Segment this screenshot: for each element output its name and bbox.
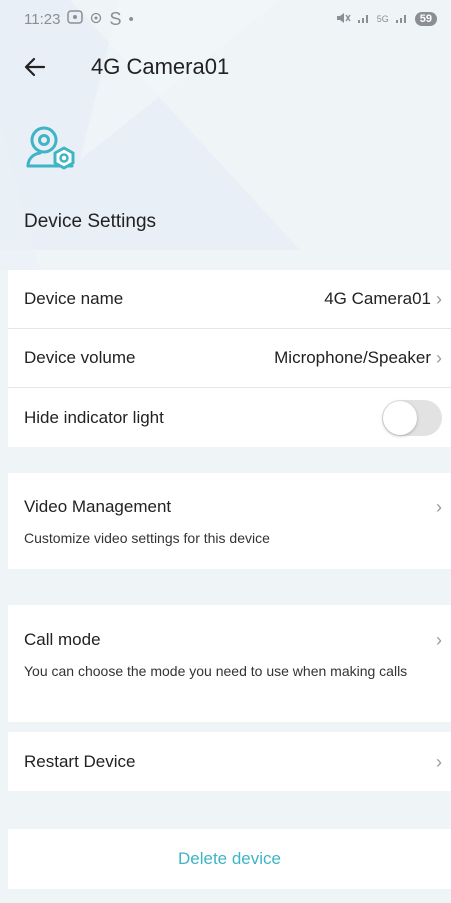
restart-card: Restart Device › <box>8 732 451 791</box>
status-bar: 11:23 S • 5G 59 <box>0 0 451 38</box>
device-volume-value-group: Microphone/Speaker › <box>274 348 442 368</box>
video-management-head: Video Management › <box>24 497 442 517</box>
battery-icon: 59 <box>414 12 437 26</box>
s-icon: S <box>109 8 122 29</box>
status-bar-left: 11:23 S • <box>24 9 134 30</box>
hide-indicator-row: Hide indicator light <box>8 388 451 447</box>
page-title: 4G Camera01 <box>91 54 230 79</box>
clock: 11:23 <box>24 10 61 28</box>
screenshot-icon <box>67 10 84 28</box>
chevron-right-icon: › <box>436 630 442 650</box>
status-bar-right: 5G 59 <box>335 11 437 28</box>
signal-icon-2 <box>395 12 409 27</box>
arrow-left-icon <box>24 57 46 77</box>
call-mode-label: Call mode <box>24 630 101 649</box>
chevron-right-icon: › <box>436 751 442 772</box>
restart-device-row[interactable]: Restart Device › <box>8 732 451 791</box>
mute-icon <box>335 11 351 28</box>
device-name-value: 4G Camera01 <box>324 289 431 308</box>
call-mode-item[interactable]: Call mode › You can choose the mode you … <box>8 605 451 722</box>
hide-indicator-toggle[interactable] <box>382 399 442 436</box>
device-name-row[interactable]: Device name 4G Camera01 › <box>8 270 451 329</box>
chevron-right-icon: › <box>436 348 442 368</box>
dot-icon: • <box>128 10 134 28</box>
section-title: Device Settings <box>24 211 157 232</box>
device-name-label: Device name <box>24 289 124 308</box>
chevron-right-icon: › <box>436 497 442 517</box>
nfc-icon <box>90 11 102 28</box>
device-volume-label: Device volume <box>24 348 136 367</box>
device-volume-row[interactable]: Device volume Microphone/Speaker › <box>8 329 451 388</box>
hide-indicator-label: Hide indicator light <box>24 407 164 427</box>
restart-device-label: Restart Device <box>24 751 136 771</box>
delete-device-button[interactable]: Delete device <box>178 849 281 869</box>
delete-card: Delete device <box>8 829 451 889</box>
network-5g-label: 5G <box>376 14 389 24</box>
video-management-item[interactable]: Video Management › Customize video setti… <box>8 473 451 569</box>
call-mode-head: Call mode › <box>24 630 442 650</box>
device-name-value-group: 4G Camera01 › <box>324 289 442 309</box>
camera-settings-icon <box>22 124 78 172</box>
toggle-knob <box>383 400 417 435</box>
chevron-right-icon: › <box>436 289 442 309</box>
video-management-label: Video Management <box>24 497 172 516</box>
back-button[interactable] <box>24 50 58 84</box>
call-mode-description: You can choose the mode you need to use … <box>24 663 408 679</box>
header: 4G Camera01 <box>24 50 437 84</box>
device-volume-value: Microphone/Speaker <box>274 348 431 367</box>
device-settings-card: Device name 4G Camera01 › Device volume … <box>8 270 451 447</box>
video-management-description: Customize video settings for this device <box>24 530 270 546</box>
signal-icon <box>357 12 371 27</box>
